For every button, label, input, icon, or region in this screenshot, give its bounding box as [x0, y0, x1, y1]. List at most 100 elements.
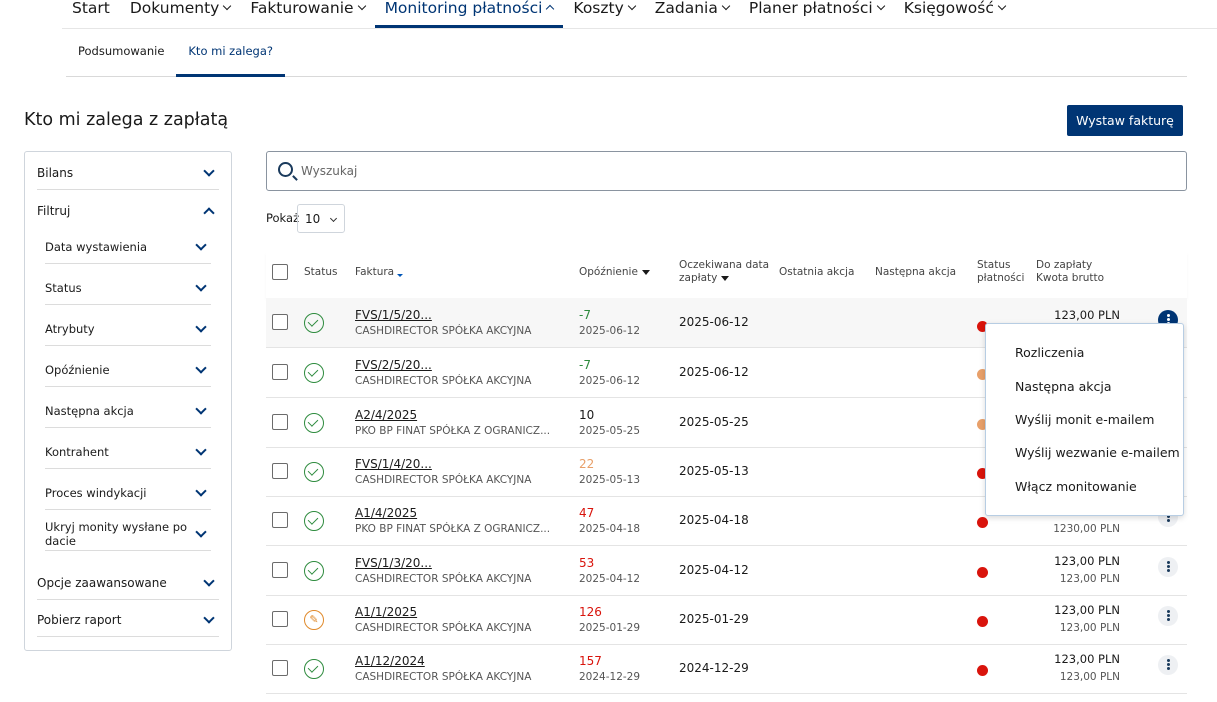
table-row[interactable]: A1/12/2024 CASHDIRECTOR SPÓŁKA AKCYJNA 157…	[266, 644, 1187, 694]
table-row[interactable]: FVS/1/3/20... CASHDIRECTOR SPÓŁKA AKCYJNA…	[266, 546, 1187, 596]
expected-date: 2025-06-12	[679, 315, 749, 329]
col-expected-date[interactable]: Oczekiwana data zapłaty	[679, 259, 769, 285]
menu-item-rozliczenia[interactable]: Rozliczenia	[1015, 345, 1084, 360]
invoice-link[interactable]: A2/4/2025	[355, 408, 417, 422]
row-checkbox[interactable]	[272, 611, 288, 627]
nav-item-zadania[interactable]: Zadania	[645, 0, 739, 28]
filter-bilans[interactable]: Bilans	[37, 157, 219, 190]
delay-days: 47	[579, 506, 595, 520]
delay-date: 2025-06-12	[579, 375, 641, 387]
amount-gross: 1230,00 PLN	[1053, 523, 1120, 535]
filter-filtruj-label: Filtruj	[37, 203, 71, 218]
col-invoice-label: Faktura	[355, 266, 395, 278]
tab-kto-mi-zalega[interactable]: Kto mi zalega?	[176, 32, 285, 77]
nav-item-start[interactable]: Start	[62, 0, 120, 28]
col-invoice[interactable]: Faktura	[355, 266, 404, 279]
nav-item-dokumenty[interactable]: Dokumenty	[120, 0, 240, 28]
filter-advanced-options[interactable]: Opcje zaawansowane	[37, 566, 219, 600]
filter-label: Status	[45, 281, 82, 295]
menu-item-wyslij-wezwanie-e-mailem[interactable]: Wyślij wezwanie e-mailem	[1015, 445, 1180, 460]
nav-item-label: Księgowość	[903, 0, 994, 17]
filter-data-wystawienia[interactable]: Data wystawienia	[45, 231, 211, 264]
issue-invoice-button[interactable]: Wystaw fakturę	[1067, 105, 1183, 136]
invoice-link[interactable]: FVS/1/3/20...	[355, 556, 432, 570]
filter-nastepna-akcja[interactable]: Następna akcja	[45, 395, 211, 428]
payment-status-dot	[977, 665, 988, 676]
invoice-link[interactable]: FVS/2/5/20...	[355, 358, 432, 372]
filter-atrybuty[interactable]: Atrybuty	[45, 313, 211, 346]
invoice-link[interactable]: FVS/1/5/20...	[355, 308, 432, 322]
amount-gross: 123,00 PLN	[1059, 671, 1120, 683]
chevron-down-icon	[203, 611, 215, 624]
more-options-icon[interactable]	[1158, 655, 1178, 675]
delay-days: 53	[579, 556, 595, 570]
filter-filtruj[interactable]: Filtruj	[37, 194, 219, 227]
menu-item-wyslij-monit-e-mailem[interactable]: Wyślij monit e-mailem	[1015, 412, 1154, 427]
chevron-down-icon	[203, 574, 215, 587]
delay-days: -7	[579, 308, 591, 322]
sort-down-icon	[721, 276, 730, 281]
page-size-select[interactable]: 10	[297, 204, 345, 233]
row-checkbox[interactable]	[272, 512, 288, 528]
filter-bilans-label: Bilans	[37, 166, 74, 180]
expected-date: 2025-04-18	[679, 513, 749, 527]
col-delay[interactable]: Opóźnienie	[579, 266, 650, 279]
invoice-link[interactable]: A1/12/2024	[355, 654, 425, 668]
menu-item-wlacz-monitowanie[interactable]: Włącz monitowanie	[1015, 479, 1137, 494]
filter-label: Kontrahent	[45, 445, 109, 459]
chevron-down-icon	[357, 1, 366, 11]
chevron-down-icon	[329, 214, 338, 223]
nav-item-koszty[interactable]: Koszty	[563, 0, 644, 28]
filter-label: Ukryj monity wysłane po dacie	[45, 520, 188, 548]
chevron-down-icon	[195, 280, 207, 292]
nav-item-label: Monitoring płatności	[384, 0, 543, 17]
filter-ukryj-monity-wyslane-po-dacie[interactable]: Ukryj monity wysłane po dacie	[45, 518, 211, 551]
delay-date: 2024-12-29	[579, 671, 641, 683]
filter-status[interactable]: Status	[45, 272, 211, 305]
filter-download-report[interactable]: Pobierz raport	[37, 603, 219, 637]
row-checkbox[interactable]	[272, 562, 288, 578]
row-checkbox[interactable]	[272, 414, 288, 430]
nav-item-ksiegowosc[interactable]: Księgowość	[894, 0, 1015, 28]
row-checkbox[interactable]	[272, 660, 288, 676]
chevron-up-icon	[203, 206, 215, 219]
client-name: CASHDIRECTOR SPÓŁKA AKCYJNA	[355, 474, 532, 486]
col-expected-label-1: Oczekiwana data	[679, 259, 770, 271]
payment-status-dot	[977, 616, 988, 627]
invoice-link[interactable]: A1/4/2025	[355, 506, 417, 520]
delay-days: 22	[579, 457, 595, 471]
delay-days: -7	[579, 358, 591, 372]
amount-due: 123,00 PLN	[1054, 603, 1120, 617]
filter-opoznienie[interactable]: Opóźnienie	[45, 354, 211, 387]
main-nav: Start Dokumenty Fakturowanie Monitoring pła…	[62, 0, 1015, 28]
expected-date: 2025-04-12	[679, 563, 749, 577]
nav-item-monitoring-platnosci[interactable]: Monitoring płatności	[374, 0, 564, 28]
amount-gross: 123,00 PLN	[1059, 573, 1120, 585]
chevron-down-icon	[876, 1, 885, 11]
payment-status-dot	[977, 567, 988, 578]
filter-kontrahent[interactable]: Kontrahent	[45, 436, 211, 469]
nav-item-fakturowanie[interactable]: Fakturowanie	[240, 0, 374, 28]
col-payment-status: Status płatności	[977, 259, 1024, 285]
table-row[interactable]: ✎ A1/1/2025 CASHDIRECTOR SPÓŁKA AKCYJNA 126…	[266, 595, 1187, 645]
nav-item-label: Dokumenty	[129, 0, 220, 17]
chevron-down-icon	[195, 321, 207, 333]
filter-proces-windykacji[interactable]: Proces windykacji	[45, 477, 211, 510]
row-checkbox[interactable]	[272, 463, 288, 479]
more-options-icon[interactable]	[1158, 606, 1178, 626]
more-options-icon[interactable]	[1158, 557, 1178, 577]
row-checkbox[interactable]	[272, 314, 288, 330]
select-all-checkbox[interactable]	[272, 264, 288, 280]
row-checkbox[interactable]	[272, 364, 288, 380]
nav-item-planer-platnosci[interactable]: Planer płatności	[739, 0, 894, 28]
menu-item-nastepna-akcja[interactable]: Następna akcja	[1015, 379, 1112, 394]
search-input[interactable]	[301, 162, 1161, 180]
sort-icon	[397, 274, 404, 277]
search-icon	[278, 162, 293, 177]
invoice-link[interactable]: A1/1/2025	[355, 605, 417, 619]
client-name: CASHDIRECTOR SPÓŁKA AKCYJNA	[355, 375, 532, 387]
filter-label: Data wystawienia	[45, 240, 148, 254]
tab-podsumowanie[interactable]: Podsumowanie	[66, 32, 176, 76]
invoice-link[interactable]: FVS/1/4/20...	[355, 457, 432, 471]
nav-item-label: Zadania	[654, 0, 718, 17]
